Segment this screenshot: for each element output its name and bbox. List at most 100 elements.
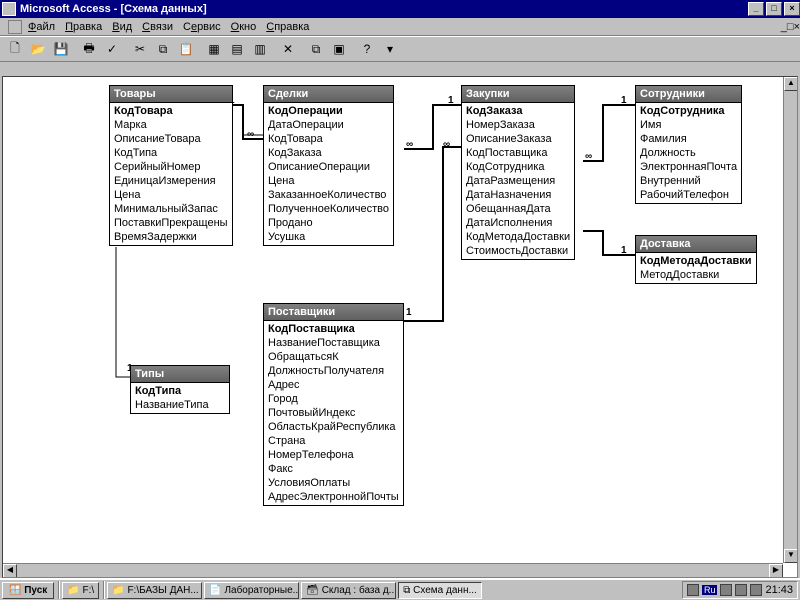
field-item[interactable]: ПочтовыйИндекс: [264, 406, 403, 420]
task-item-active[interactable]: ⧉ Схема данн...: [398, 582, 482, 599]
field-item[interactable]: ДатаНазначения: [462, 188, 574, 202]
showdirect-icon[interactable]: ▤: [226, 39, 248, 59]
field-item[interactable]: КодМетодаДоставки: [462, 230, 574, 244]
field-item[interactable]: КодТипа: [131, 384, 229, 398]
table-tipy[interactable]: ТипыКодТипаНазваниеТипа: [130, 365, 230, 414]
field-item[interactable]: КодПоставщика: [264, 322, 403, 336]
field-item[interactable]: ОписаниеТовара: [110, 132, 232, 146]
table-header[interactable]: Закупки: [462, 86, 574, 103]
table-header[interactable]: Сделки: [264, 86, 393, 103]
system-tray[interactable]: Ru 21:43: [682, 581, 798, 599]
child-close-button[interactable]: ×: [794, 21, 800, 33]
table-zakupki[interactable]: ЗакупкиКодЗаказаНомерЗаказаОписаниеЗаказ…: [461, 85, 575, 260]
table-header[interactable]: Поставщики: [264, 304, 403, 321]
menu-window[interactable]: Окно: [231, 21, 257, 33]
field-item[interactable]: Внутренний: [636, 174, 741, 188]
table-header[interactable]: Сотрудники: [636, 86, 741, 103]
field-item[interactable]: Марка: [110, 118, 232, 132]
field-item[interactable]: НазваниеПоставщика: [264, 336, 403, 350]
field-item[interactable]: КодСотрудника: [462, 160, 574, 174]
tray-icon[interactable]: [720, 584, 732, 596]
print-icon[interactable]: 🖶: [78, 39, 100, 59]
field-item[interactable]: КодОперации: [264, 104, 393, 118]
delete-icon[interactable]: ✕: [277, 39, 299, 59]
field-item[interactable]: Факс: [264, 462, 403, 476]
field-item[interactable]: МинимальныйЗапас: [110, 202, 232, 216]
start-button[interactable]: 🪟 Пуск: [2, 582, 54, 599]
task-item[interactable]: 📁 F:\БАЗЫ ДАН...: [107, 582, 202, 599]
lang-indicator[interactable]: Ru: [702, 585, 718, 595]
relationships-canvas[interactable]: 1 ∞ ∞ 1 ∞ ∞ 1 1 1 1 ТоварыКодТовараМарка…: [2, 76, 798, 578]
field-item[interactable]: КодТипа: [110, 146, 232, 160]
table-dostavka[interactable]: ДоставкаКодМетодаДоставкиМетодДоставки: [635, 235, 757, 284]
field-item[interactable]: ПолученноеКоличество: [264, 202, 393, 216]
table-header[interactable]: Товары: [110, 86, 232, 103]
minimize-button[interactable]: _: [748, 2, 764, 16]
cut-icon[interactable]: ✂: [129, 39, 151, 59]
field-item[interactable]: ВремяЗадержки: [110, 230, 232, 244]
dropdown-icon[interactable]: ▾: [379, 39, 401, 59]
database-icon[interactable]: ▣: [328, 39, 350, 59]
table-header[interactable]: Типы: [131, 366, 229, 383]
menu-help[interactable]: Справка: [266, 21, 309, 33]
scroll-left-icon[interactable]: ◀: [3, 564, 17, 578]
field-item[interactable]: СерийныйНомер: [110, 160, 232, 174]
table-postavshiki[interactable]: ПоставщикиКодПоставщикаНазваниеПоставщик…: [263, 303, 404, 506]
paste-icon[interactable]: 📋: [175, 39, 197, 59]
field-item[interactable]: СтоимостьДоставки: [462, 244, 574, 258]
menu-edit[interactable]: Правка: [65, 21, 102, 33]
field-item[interactable]: Цена: [110, 188, 232, 202]
field-item[interactable]: АдресЭлектроннойПочты: [264, 490, 403, 504]
menu-relations[interactable]: Связи: [142, 21, 173, 33]
field-item[interactable]: ДатаОперации: [264, 118, 393, 132]
field-item[interactable]: ЭлектроннаяПочта: [636, 160, 741, 174]
menu-service[interactable]: Сервис: [183, 21, 221, 33]
field-item[interactable]: ДолжностьПолучателя: [264, 364, 403, 378]
scroll-right-icon[interactable]: ▶: [769, 564, 783, 578]
tray-icon[interactable]: [687, 584, 699, 596]
field-item[interactable]: НазваниеТипа: [131, 398, 229, 412]
field-item[interactable]: Фамилия: [636, 132, 741, 146]
field-item[interactable]: УсловияОплаты: [264, 476, 403, 490]
vertical-scrollbar[interactable]: ▲ ▼: [783, 77, 797, 563]
field-item[interactable]: ОписаниеЗаказа: [462, 132, 574, 146]
tray-icon[interactable]: [735, 584, 747, 596]
table-header[interactable]: Доставка: [636, 236, 756, 253]
field-item[interactable]: КодМетодаДоставки: [636, 254, 756, 268]
tray-icon[interactable]: [750, 584, 762, 596]
field-item[interactable]: КодСотрудника: [636, 104, 741, 118]
scroll-up-icon[interactable]: ▲: [784, 77, 798, 91]
field-item[interactable]: Страна: [264, 434, 403, 448]
field-item[interactable]: ПоставкиПрекращены: [110, 216, 232, 230]
field-item[interactable]: КодЗаказа: [462, 104, 574, 118]
field-item[interactable]: НомерЗаказа: [462, 118, 574, 132]
field-item[interactable]: РабочийТелефон: [636, 188, 741, 202]
copy-icon[interactable]: ⧉: [152, 39, 174, 59]
child-maximize-button[interactable]: □: [787, 21, 794, 33]
field-item[interactable]: ОбещаннаяДата: [462, 202, 574, 216]
field-item[interactable]: ЕдиницаИзмерения: [110, 174, 232, 188]
task-item[interactable]: 📄 Лабораторные...: [204, 582, 299, 599]
menu-view[interactable]: Вид: [112, 21, 132, 33]
field-item[interactable]: ОбращатьсяК: [264, 350, 403, 364]
field-item[interactable]: ОбластьКрайРеспублика: [264, 420, 403, 434]
field-item[interactable]: Город: [264, 392, 403, 406]
table-sdelki[interactable]: СделкиКодОперацииДатаОперацииКодТовараКо…: [263, 85, 394, 246]
spell-icon[interactable]: ✓: [101, 39, 123, 59]
field-item[interactable]: Усушка: [264, 230, 393, 244]
open-icon[interactable]: 📂: [27, 39, 49, 59]
field-item[interactable]: Имя: [636, 118, 741, 132]
new-icon[interactable]: 🗋: [4, 39, 26, 59]
table-sotrudniki[interactable]: СотрудникиКодСотрудникаИмяФамилияДолжнос…: [635, 85, 742, 204]
field-item[interactable]: КодТовара: [264, 132, 393, 146]
field-item[interactable]: ЗаказанноеКоличество: [264, 188, 393, 202]
task-item[interactable]: 🗃 Склад : база д...: [301, 582, 396, 599]
help-icon[interactable]: ?: [356, 39, 378, 59]
scroll-down-icon[interactable]: ▼: [784, 549, 798, 563]
horizontal-scrollbar[interactable]: ◀ ▶: [3, 563, 783, 577]
field-item[interactable]: КодЗаказа: [264, 146, 393, 160]
field-item[interactable]: КодТовара: [110, 104, 232, 118]
save-icon[interactable]: 💾: [50, 39, 72, 59]
close-button[interactable]: ×: [784, 2, 800, 16]
field-item[interactable]: НомерТелефона: [264, 448, 403, 462]
